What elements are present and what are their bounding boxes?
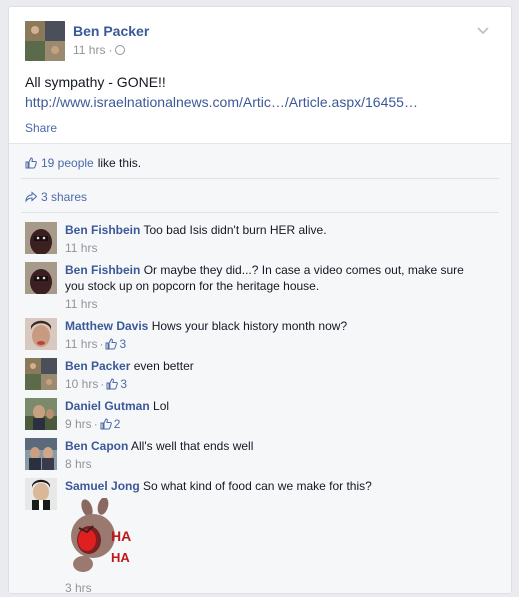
comment-time[interactable]: 11 hrs [65,240,97,256]
post-text: All sympathy - GONE!! [25,74,166,90]
like-thumb-icon [105,338,118,350]
comment-text: So what kind of food can we make for thi… [143,479,372,493]
divider [21,212,499,213]
comment-likes[interactable]: 3 [106,376,127,392]
post-card: Ben Packer 11 hrs · All sympathy - GONE!… [8,6,512,596]
comment-time[interactable]: 10 hrs [65,376,98,392]
comment-text: Too bad Isis didn't burn HER alive. [143,223,327,237]
comment-meta: 8 hrs [65,456,485,472]
comment-text: Lol [153,399,170,413]
post-meta: 11 hrs · [73,43,126,57]
post-link[interactable]: http://www.israelnationalnews.com/Artic…… [25,94,418,110]
comment-meta: 11 hrs · 3 [65,336,127,352]
comment-meta: 11 hrs [65,296,485,312]
comment-text: even better [133,359,194,373]
shares-link[interactable]: 3 shares [41,190,87,204]
meta-separator: · [108,43,113,57]
comment-meta: 11 hrs [65,240,485,256]
commenter-avatar[interactable] [25,222,57,254]
commenter-name[interactable]: Ben Capon [65,439,128,453]
commenter-name[interactable]: Daniel Gutman [65,399,150,413]
comment-time[interactable]: 9 hrs [65,416,92,432]
commenter-avatar[interactable] [25,358,57,390]
commenter-name[interactable]: Ben Fishbein [65,223,140,237]
post-header: Ben Packer 11 hrs · [25,21,495,61]
divider [21,178,499,179]
comment-likes[interactable]: 2 [100,416,121,432]
like-thumb-icon [106,378,119,390]
comment-text: All's well that ends well [131,439,254,453]
commenter-avatar[interactable] [25,262,57,294]
post-time[interactable]: 11 hrs [73,43,105,57]
comment-time[interactable]: 11 hrs [65,336,97,352]
comment-likes[interactable]: 3 [105,336,126,352]
comment-time[interactable]: 11 hrs [65,296,97,312]
commenter-avatar[interactable] [25,398,57,430]
comment-meta: 9 hrs · 2 [65,416,121,432]
commenter-avatar[interactable] [25,478,57,510]
comment-like-count: 2 [113,417,121,431]
comment-text: Hows your black history month now? [151,319,348,333]
share-button[interactable]: Share [25,121,57,135]
globe-icon [115,45,126,55]
comment-time[interactable]: 3 hrs [65,580,92,596]
laughing-sticker[interactable]: HA HA [65,497,145,578]
commenter-avatar[interactable] [25,438,57,470]
comment-like-count: 3 [119,337,127,351]
chevron-down-icon[interactable] [475,23,491,39]
like-thumb-icon [25,157,37,169]
comment-meta: 3 hrs [65,580,485,596]
feedback-section: 19 people like this. 3 shares Ben Fishbe… [9,143,511,596]
commenter-avatar[interactable] [25,318,57,350]
sticker-text: HA [111,550,130,565]
likes-count-link[interactable]: 19 people [41,156,94,170]
likes-row: 19 people like this. [25,156,141,170]
like-thumb-icon [100,418,112,430]
commenter-name[interactable]: Samuel Jong [65,479,140,493]
comment-meta: 10 hrs · 3 [65,376,128,392]
laughing-rabbit-icon [71,497,115,572]
share-arrow-icon [25,191,37,203]
likes-suffix: like this. [97,156,142,170]
comment-time[interactable]: 8 hrs [65,456,92,472]
author-avatar[interactable] [25,21,65,61]
shares-row: 3 shares [25,190,87,204]
comment-like-count: 3 [120,377,128,391]
commenter-name[interactable]: Ben Fishbein [65,263,140,277]
commenter-name[interactable]: Ben Packer [65,359,130,373]
post-author-name[interactable]: Ben Packer [73,23,149,39]
sticker-text: HA [111,528,132,544]
commenter-name[interactable]: Matthew Davis [65,319,148,333]
